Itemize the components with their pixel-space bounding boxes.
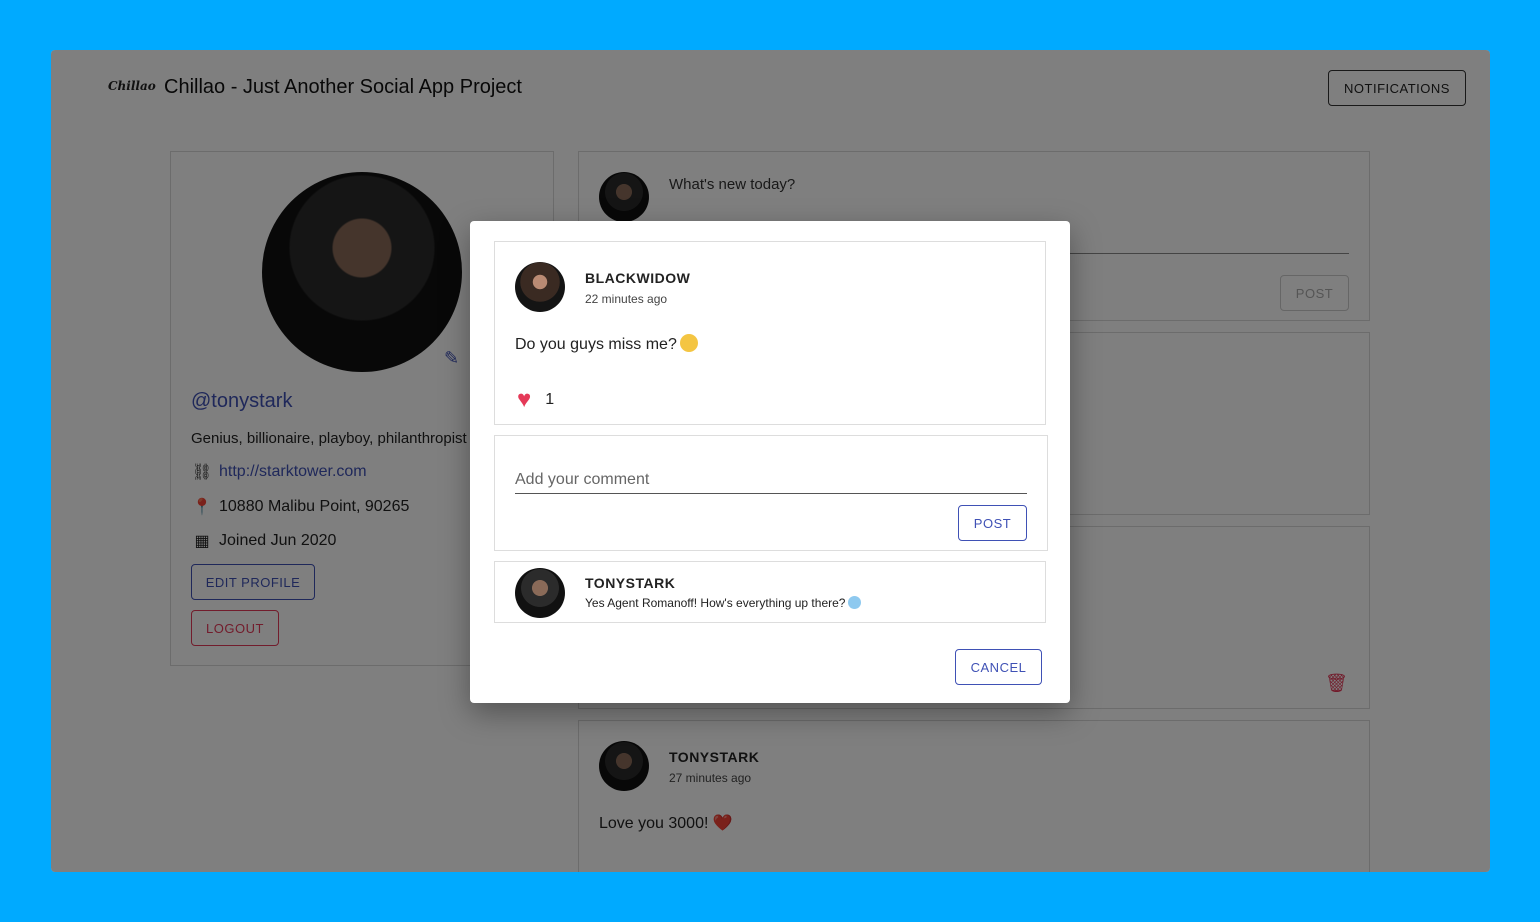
- post-username[interactable]: BLACKWIDOW: [585, 270, 690, 286]
- avatar: [515, 568, 565, 618]
- post-body: Do you guys miss me?: [515, 334, 698, 354]
- comment-text-content: Yes Agent Romanoff! How's everything up …: [585, 596, 846, 610]
- post-time: 22 minutes ago: [585, 292, 668, 306]
- comment-username[interactable]: TONYSTARK: [585, 575, 675, 591]
- heart-icon[interactable]: ♥: [517, 388, 531, 412]
- like-row: ♥ 1: [517, 388, 554, 412]
- like-count: 1: [545, 391, 555, 408]
- app-window: Chillao Chillao - Just Another Social Ap…: [51, 50, 1490, 872]
- post-body-text: Do you guys miss me?: [515, 336, 677, 353]
- cold-face-emoji-icon: [848, 596, 862, 609]
- comment-input[interactable]: [515, 466, 1027, 494]
- avatar: [515, 262, 565, 312]
- post-dialog: BLACKWIDOW 22 minutes ago Do you guys mi…: [470, 221, 1070, 703]
- comment-post-button[interactable]: POST: [958, 505, 1027, 541]
- dialog-post-card: BLACKWIDOW 22 minutes ago Do you guys mi…: [494, 241, 1046, 425]
- cancel-button[interactable]: CANCEL: [955, 649, 1042, 685]
- comment-form-card: POST: [494, 435, 1048, 551]
- smile-emoji-icon: [679, 334, 698, 352]
- comment-text: Yes Agent Romanoff! How's everything up …: [585, 596, 862, 610]
- comment-item: TONYSTARK Yes Agent Romanoff! How's ever…: [494, 561, 1046, 623]
